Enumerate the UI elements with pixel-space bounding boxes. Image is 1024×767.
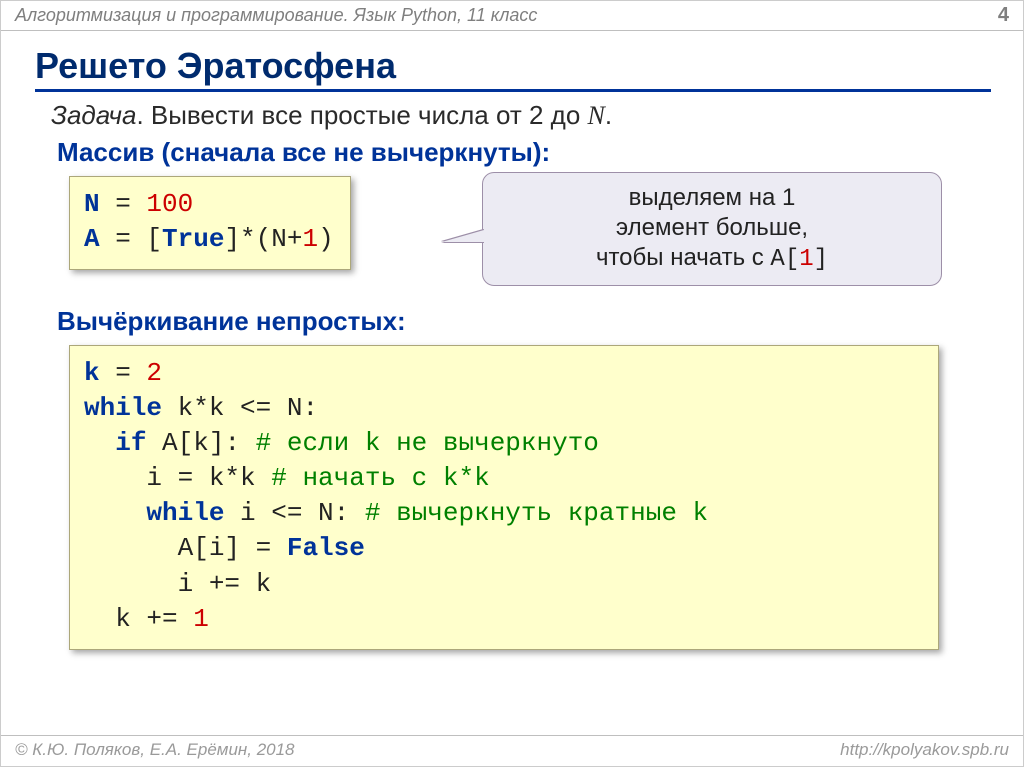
code-tok: # начать с k*k <box>271 463 489 493</box>
footer-bar: © К.Ю. Поляков, Е.А. Ерёмин, 2018 http:/… <box>1 735 1023 766</box>
code-tok: A[ <box>770 246 799 273</box>
task-line: Задача. Вывести все простые числа от 2 д… <box>51 100 1023 131</box>
code-block-init: N = 100 A = [True]*(N+1) <box>69 176 351 270</box>
source-url: http://kpolyakov.spb.ru <box>840 740 1009 760</box>
code-tok: while <box>146 498 224 528</box>
code-tok: ]*(N+ <box>224 224 302 254</box>
callout-line: выделяем на 1 <box>629 184 796 211</box>
code-tok: 2 <box>146 358 162 388</box>
code-tok: k += <box>84 604 193 634</box>
copyright: © К.Ю. Поляков, Е.А. Ерёмин, 2018 <box>15 740 295 760</box>
code-tok: True <box>162 224 224 254</box>
task-var: N <box>588 101 605 130</box>
code-tok: = [ <box>100 224 162 254</box>
subhead-strike: Вычёркивание непростых: <box>57 306 1023 337</box>
page-number: 4 <box>998 4 1009 27</box>
task-dot: . <box>605 100 612 130</box>
code-tok: 100 <box>146 189 193 219</box>
header-bar: Алгоритмизация и программирование. Язык … <box>1 1 1023 31</box>
callout-tail-icon <box>442 230 484 242</box>
course-title: Алгоритмизация и программирование. Язык … <box>15 5 537 26</box>
code-tok: False <box>287 533 365 563</box>
code-tok: ) <box>318 224 334 254</box>
code-tok: while <box>84 393 162 423</box>
code-tok: A[k]: <box>146 428 255 458</box>
code-tok: N <box>84 189 100 219</box>
code-tok <box>84 498 146 528</box>
row-code-callout: N = 100 A = [True]*(N+1) выделяем на 1 э… <box>69 176 1023 286</box>
code-tok: 1 <box>193 604 209 634</box>
code-tok: i += k <box>84 569 271 599</box>
code-tok: # если k не вычеркнуто <box>256 428 599 458</box>
code-tok: = <box>100 189 147 219</box>
subhead-array: Массив (сначала все не вычеркнуты): <box>57 137 1023 168</box>
callout-line: элемент больше, <box>616 214 808 241</box>
callout-line: чтобы начать с <box>596 244 770 271</box>
slide-title: Решето Эратосфена <box>35 45 991 92</box>
code-tok: i <= N: <box>224 498 364 528</box>
code-tok: if <box>115 428 146 458</box>
callout-code: A[1] <box>770 246 828 273</box>
task-label: Задача <box>51 100 136 130</box>
code-tok: k <box>84 358 100 388</box>
code-tok: = <box>100 358 147 388</box>
code-tok: 1 <box>799 246 813 273</box>
code-tok: k*k <= N: <box>162 393 318 423</box>
code-tok <box>84 428 115 458</box>
code-tok: A <box>84 224 100 254</box>
code-tok: i = k*k <box>84 463 271 493</box>
slide: Алгоритмизация и программирование. Язык … <box>0 0 1024 767</box>
task-text: . Вывести все простые числа от 2 до <box>136 100 587 130</box>
code-tok: 1 <box>302 224 318 254</box>
code-tok: A[i] = <box>84 533 287 563</box>
code-tok: # вычеркнуть кратные k <box>365 498 708 528</box>
code-block-sieve: k = 2 while k*k <= N: if A[k]: # если k … <box>69 345 939 650</box>
callout-bubble: выделяем на 1 элемент больше, чтобы нача… <box>482 172 942 286</box>
code-tok: ] <box>814 246 828 273</box>
